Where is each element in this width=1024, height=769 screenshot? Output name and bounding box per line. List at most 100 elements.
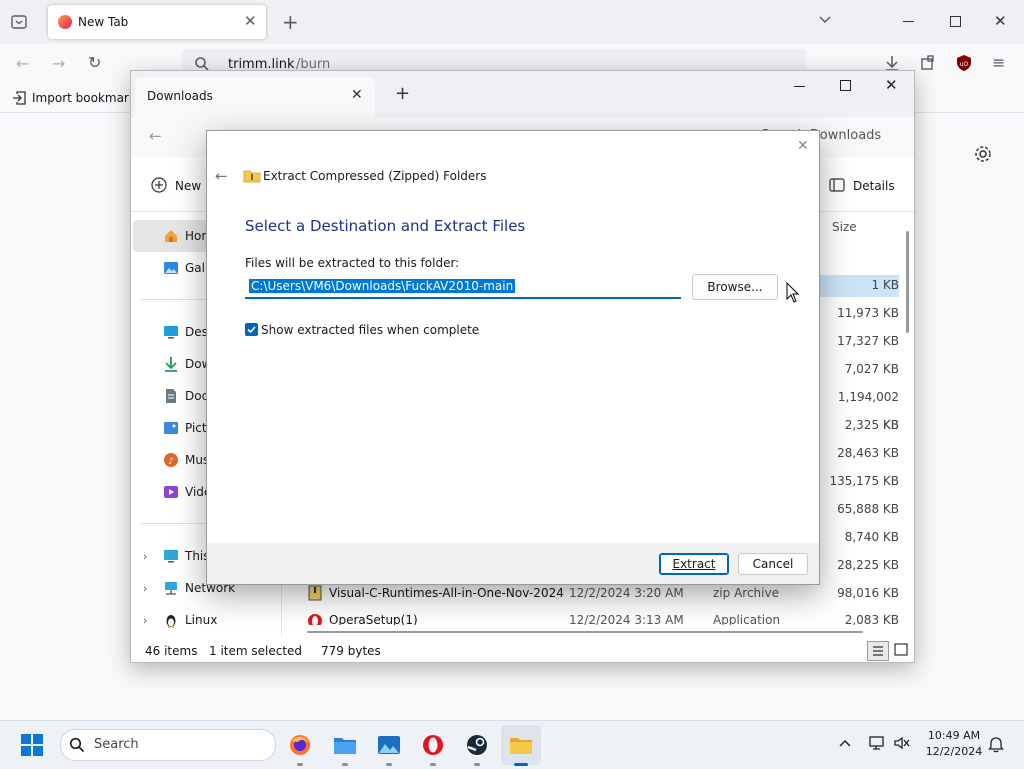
network-status-icon[interactable] [868, 735, 886, 751]
taskbar-firefox[interactable] [280, 725, 320, 765]
svg-text:uO: uO [960, 61, 969, 68]
close-window-button[interactable]: ✕ [994, 12, 1007, 30]
gallery-icon [163, 260, 179, 276]
file-size: 2,083 KB [844, 613, 899, 625]
clock-date[interactable]: 12/2/2024 [924, 745, 984, 758]
file-type: zip Archive [713, 586, 779, 600]
sidebar-item-desktop[interactable]: Desl [163, 316, 211, 348]
running-app-indicator [430, 763, 436, 766]
new-button[interactable]: New [175, 179, 201, 193]
back-icon[interactable]: ← [149, 127, 162, 145]
destination-path-field[interactable]: C:\Users\VM6\Downloads\FuckAV2010-main [245, 276, 681, 299]
browser-tab-new-tab[interactable]: New Tab ✕ [48, 5, 266, 39]
horizontal-scrollbar[interactable] [307, 631, 863, 633]
import-bookmarks-link[interactable]: Import bookmarks [32, 91, 142, 105]
size-cell: 65,888 KB [837, 502, 899, 516]
restore-button[interactable] [950, 16, 961, 27]
page-settings-icon[interactable] [974, 145, 992, 163]
document-icon [163, 388, 179, 404]
forward-icon[interactable]: → [52, 54, 65, 73]
maximize-button[interactable] [840, 80, 851, 91]
taskbar-search-box[interactable]: Search [60, 729, 276, 761]
mouse-cursor-icon [786, 282, 800, 304]
vertical-scrollbar[interactable] [906, 231, 909, 333]
sidebar-item-gallery[interactable]: Gall [163, 252, 208, 284]
chevron-right-icon[interactable]: › [143, 550, 163, 563]
running-app-indicator [386, 763, 392, 766]
size-cell: 8,740 KB [844, 530, 899, 544]
sidebar-item-this-pc[interactable]: › This [143, 540, 210, 572]
close-tab-icon[interactable]: ✕ [351, 87, 363, 103]
back-icon[interactable]: ← [16, 54, 29, 73]
taskbar-folder-active[interactable] [501, 725, 541, 765]
extract-dialog: ✕ ← Extract Compressed (Zipped) Folders … [206, 130, 820, 585]
clock-time[interactable]: 10:49 AM [924, 729, 984, 742]
taskbar-photos[interactable] [369, 725, 409, 765]
minimize-button[interactable] [903, 21, 914, 22]
size-cell: 11,973 KB [837, 306, 899, 320]
close-tab-icon[interactable]: ✕ [244, 12, 257, 30]
chevron-up-icon[interactable] [838, 737, 852, 749]
show-files-label[interactable]: Show extracted files when complete [261, 323, 479, 337]
taskbar-opera[interactable] [413, 725, 453, 765]
browser-tabstrip: New Tab ✕ + ✕ [0, 0, 1024, 44]
file-explorer-icon [334, 738, 356, 754]
extract-button[interactable]: Extract [659, 553, 729, 575]
show-files-checkbox[interactable] [245, 323, 258, 336]
selection-info: 1 item selected [209, 644, 303, 658]
notification-bell-icon[interactable] [988, 735, 1004, 753]
close-window-button[interactable]: ✕ [885, 76, 898, 94]
size-cell: 135,175 KB [829, 474, 899, 488]
sidebar-item-pictures[interactable]: Pict [163, 412, 207, 444]
details-view-icon[interactable] [867, 641, 889, 661]
sidebar-item-downloads[interactable]: Dow [163, 348, 211, 380]
extensions-icon[interactable] [920, 55, 936, 71]
dialog-title: Extract Compressed (Zipped) Folders [263, 169, 487, 183]
taskbar-file-explorer[interactable] [325, 725, 365, 765]
running-app-indicator [474, 763, 480, 766]
close-dialog-icon[interactable]: ✕ [797, 138, 809, 154]
opera-icon [307, 613, 323, 625]
new-icon [151, 177, 167, 193]
chevron-right-icon[interactable]: › [143, 614, 163, 627]
size-cell: 1 KB [871, 278, 899, 292]
menu-icon[interactable]: ≡ [992, 53, 1005, 72]
volume-muted-icon[interactable] [893, 735, 911, 751]
new-tab-button[interactable]: + [395, 83, 410, 104]
size-column: 1 KB 11,973 KB 17,327 KB 7,027 KB 1,194,… [819, 271, 899, 579]
explorer-tab-downloads[interactable]: Downloads ✕ [135, 77, 375, 117]
explorer-statusbar: 46 items 1 item selected 779 bytes [131, 637, 914, 662]
home-icon [163, 228, 179, 244]
browse-button[interactable]: Browse... [692, 274, 778, 300]
folder-label: Files will be extracted to this folder: [245, 256, 460, 270]
sidebar-item-label: Pict [185, 421, 207, 435]
details-pane-icon [829, 178, 845, 192]
videos-icon [163, 484, 179, 500]
item-count: 46 items [145, 644, 198, 658]
file-size: 98,016 KB [837, 586, 899, 600]
zip-archive-icon [307, 585, 323, 601]
sidebar-item-music[interactable]: ♪ Mus [163, 444, 209, 476]
cancel-button[interactable]: Cancel [738, 553, 808, 575]
new-tab-button[interactable]: + [282, 10, 299, 34]
ublock-origin-icon[interactable]: uO [956, 54, 972, 72]
desktop-icon [163, 324, 179, 340]
download-arrow-icon [163, 356, 179, 372]
minimize-button[interactable] [794, 86, 805, 87]
column-header-size[interactable]: Size [832, 220, 857, 234]
chevron-down-icon[interactable] [818, 12, 832, 26]
sidebar-item-label: Hor [185, 229, 207, 243]
sidebar-item-documents[interactable]: Doc [163, 380, 208, 412]
tab-list-icon[interactable] [10, 13, 28, 31]
start-windows-icon[interactable] [21, 734, 43, 756]
sidebar-item-videos[interactable]: Vide [163, 476, 211, 508]
tiles-view-icon[interactable] [894, 643, 908, 657]
table-row[interactable]: OperaSetup(1) 12/2/2024 3:13 AM Applicat… [281, 607, 901, 625]
sidebar-item-label: Linux [185, 613, 218, 627]
back-arrow-icon[interactable]: ← [215, 167, 228, 185]
taskbar-steam[interactable] [457, 725, 497, 765]
reload-icon[interactable]: ↻ [88, 53, 101, 72]
sidebar-item-linux[interactable]: › Linux [143, 604, 217, 636]
details-button[interactable]: Details [853, 179, 895, 193]
chevron-right-icon[interactable]: › [143, 582, 163, 595]
